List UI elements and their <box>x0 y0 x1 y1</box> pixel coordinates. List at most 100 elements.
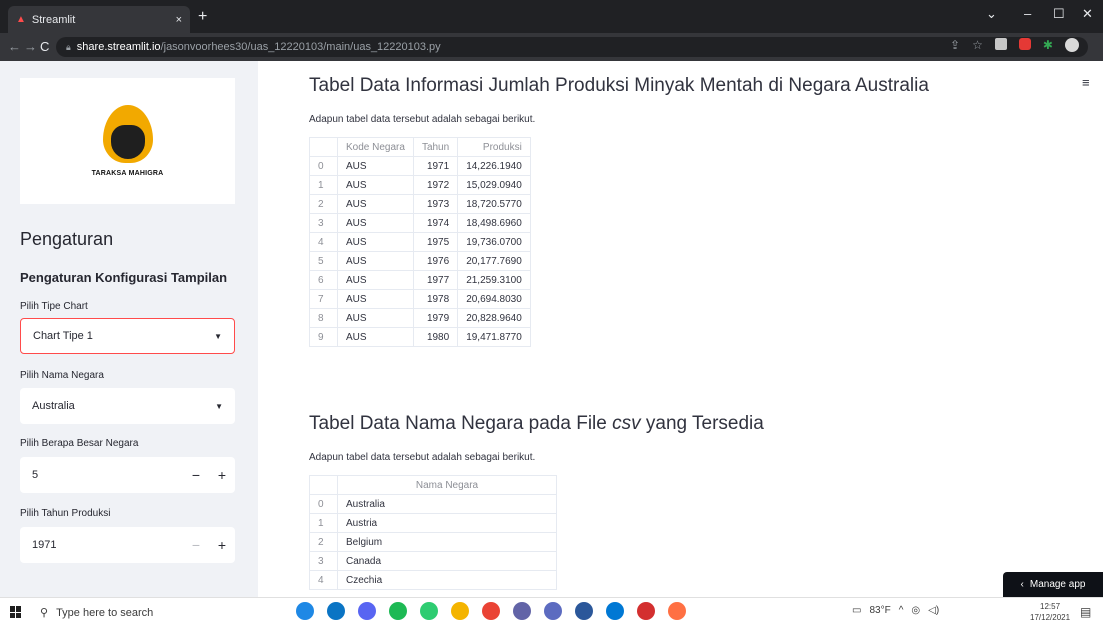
bookmark-star-icon[interactable]: ☆ <box>972 38 983 52</box>
table-cell[interactable]: Czechia <box>337 570 557 590</box>
table-cell[interactable]: 1977 <box>412 270 459 290</box>
extension-icon[interactable] <box>994 38 1007 50</box>
row-index[interactable]: 7 <box>309 289 338 309</box>
row-index[interactable]: 4 <box>309 232 338 252</box>
column-header[interactable]: Nama Negara <box>337 475 557 495</box>
taskbar-app-icon[interactable] <box>389 602 407 620</box>
country-count-stepper[interactable]: 5 − + <box>20 457 235 493</box>
chart-type-select[interactable]: Chart Tipe 1 ▼ <box>20 318 235 354</box>
table-cell[interactable]: AUS <box>337 270 414 290</box>
url-input[interactable]: 🔒︎ share.streamlit.io/jasonvoorhees30/ua… <box>56 37 1088 57</box>
tab-search-icon[interactable]: ⌄ <box>986 6 997 22</box>
maximize-button[interactable]: ☐ <box>1053 6 1065 22</box>
table-cell[interactable]: 1975 <box>412 232 459 252</box>
taskbar-app-icon[interactable] <box>482 602 500 620</box>
new-tab-button[interactable]: + <box>198 8 207 26</box>
taskbar-app-icon[interactable] <box>606 602 624 620</box>
row-index[interactable]: 2 <box>309 532 338 552</box>
table-cell[interactable]: 20,694.8030 <box>457 289 531 309</box>
row-index[interactable]: 3 <box>309 213 338 233</box>
taskbar-app-icon[interactable] <box>668 602 686 620</box>
table-cell[interactable]: 21,259.3100 <box>457 270 531 290</box>
column-header[interactable] <box>309 137 338 157</box>
table-cell[interactable]: 1971 <box>412 156 459 176</box>
table-cell[interactable]: AUS <box>337 251 414 271</box>
row-index[interactable]: 2 <box>309 194 338 214</box>
table-cell[interactable]: Australia <box>337 494 557 514</box>
taskbar-clock[interactable]: 12:57 17/12/2021 <box>1030 601 1070 623</box>
notification-icon[interactable]: ▤ <box>1080 605 1091 619</box>
volume-icon[interactable]: ◁) <box>928 605 939 616</box>
extension-shield-icon[interactable] <box>1018 38 1031 50</box>
table-cell[interactable]: 15,029.0940 <box>457 175 531 195</box>
increment-button[interactable]: + <box>209 537 235 553</box>
table-cell[interactable]: 20,177.7690 <box>457 251 531 271</box>
column-header[interactable]: Kode Negara <box>337 137 414 157</box>
minimize-button[interactable]: – <box>1024 6 1031 21</box>
taskbar-app-icon[interactable] <box>358 602 376 620</box>
row-index[interactable]: 0 <box>309 156 338 176</box>
taskbar-app-icon[interactable] <box>544 602 562 620</box>
forward-button[interactable]: → <box>24 39 37 54</box>
table-cell[interactable]: AUS <box>337 289 414 309</box>
country-select[interactable]: Australia ▼ <box>20 388 235 424</box>
table-cell[interactable]: 18,720.5770 <box>457 194 531 214</box>
row-index[interactable]: 1 <box>309 175 338 195</box>
table-cell[interactable]: 1980 <box>412 327 459 347</box>
share-icon[interactable]: ⇪ <box>950 38 960 52</box>
manage-app-button[interactable]: ‹ Manage app <box>1003 572 1103 597</box>
year-stepper[interactable]: 1971 − + <box>20 527 235 563</box>
table-cell[interactable]: 1973 <box>412 194 459 214</box>
row-index[interactable]: 9 <box>309 327 338 347</box>
decrement-button[interactable]: − <box>183 467 209 483</box>
row-index[interactable]: 3 <box>309 551 338 571</box>
tab-close-icon[interactable]: × <box>176 14 182 26</box>
table-cell[interactable]: 1979 <box>412 308 459 328</box>
taskbar-app-icon[interactable] <box>420 602 438 620</box>
table-cell[interactable]: 1978 <box>412 289 459 309</box>
table-cell[interactable]: Austria <box>337 513 557 533</box>
table-cell[interactable]: 1976 <box>412 251 459 271</box>
row-index[interactable]: 0 <box>309 494 338 514</box>
windows-start-icon[interactable] <box>10 606 22 618</box>
chevron-up-icon[interactable]: ^ <box>899 605 904 616</box>
table-cell[interactable]: AUS <box>337 213 414 233</box>
menu-icon[interactable]: ≡ <box>1082 75 1090 90</box>
row-index[interactable]: 1 <box>309 513 338 533</box>
column-header[interactable] <box>309 475 338 495</box>
row-index[interactable]: 4 <box>309 570 338 590</box>
table-cell[interactable]: AUS <box>337 232 414 252</box>
table-cell[interactable]: 19,471.8770 <box>457 327 531 347</box>
decrement-button[interactable]: − <box>183 537 209 553</box>
network-icon[interactable]: ◎ <box>911 605 920 616</box>
row-index[interactable]: 6 <box>309 270 338 290</box>
taskbar-app-icon[interactable] <box>513 602 531 620</box>
table-cell[interactable]: AUS <box>337 327 414 347</box>
row-index[interactable]: 5 <box>309 251 338 271</box>
weather-icon[interactable]: ▭ <box>852 605 861 616</box>
table-cell[interactable]: Belgium <box>337 532 557 552</box>
table-cell[interactable]: Canada <box>337 551 557 571</box>
table-cell[interactable]: 14,226.1940 <box>457 156 531 176</box>
country-dataframe[interactable]: Nama Negara 0 Australia 1 Austria 2 Belgium 3 Ca… <box>309 475 557 597</box>
reload-button[interactable]: C <box>40 39 49 54</box>
table-cell[interactable]: AUS <box>337 194 414 214</box>
close-window-button[interactable]: ✕ <box>1082 6 1093 22</box>
production-dataframe[interactable]: Kode Negara Tahun Produksi 0 AUS 1971 14,226.1… <box>309 137 545 354</box>
taskbar-app-icon[interactable] <box>327 602 345 620</box>
table-cell[interactable]: 1974 <box>412 213 459 233</box>
country-count-value[interactable]: 5 <box>32 469 183 481</box>
table-cell[interactable]: 19,736.0700 <box>457 232 531 252</box>
back-button[interactable]: ← <box>8 39 21 54</box>
profile-avatar[interactable] <box>1064 38 1079 52</box>
table-cell[interactable]: AUS <box>337 308 414 328</box>
year-value[interactable]: 1971 <box>32 539 183 551</box>
table-cell[interactable]: 20,828.9640 <box>457 308 531 328</box>
weather-temp[interactable]: 83°F <box>869 605 890 616</box>
extensions-puzzle-icon[interactable]: ✱ <box>1043 38 1053 52</box>
taskbar-app-icon[interactable] <box>451 602 469 620</box>
browser-tab[interactable]: ▲ Streamlit × <box>8 6 190 33</box>
increment-button[interactable]: + <box>209 467 235 483</box>
taskbar-app-icon[interactable] <box>637 602 655 620</box>
table-cell[interactable]: 1972 <box>412 175 459 195</box>
